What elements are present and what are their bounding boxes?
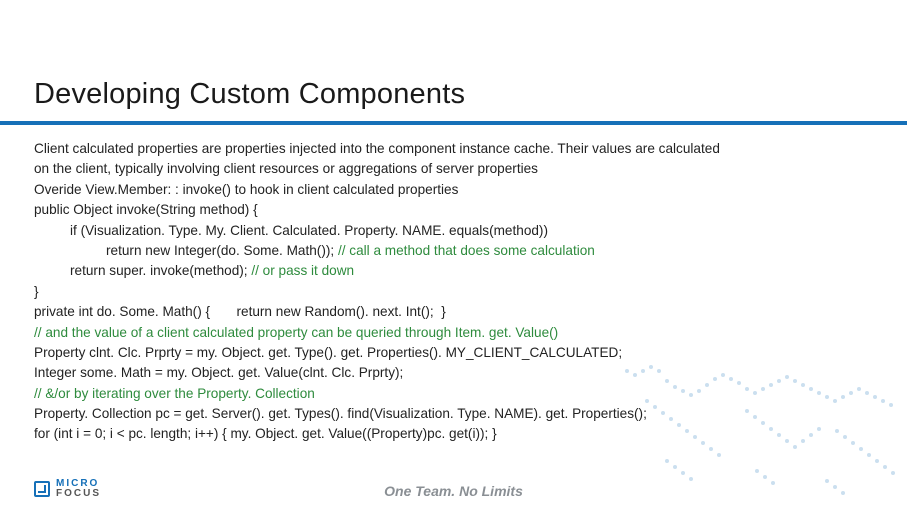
- code-line-2: if (Visualization. Type. My. Client. Cal…: [34, 221, 873, 241]
- code-line-9: Integer some. Math = my. Object. get. Va…: [34, 363, 873, 383]
- comment-line-10: // &/or by iterating over the Property. …: [34, 384, 873, 404]
- body-content: Client calculated properties are propert…: [0, 125, 907, 445]
- code-line-6: private int do. Some. Math() { return ne…: [34, 302, 873, 322]
- code-line-1: public Object invoke(String method) {: [34, 200, 873, 220]
- code-line-3-code: return new Integer(do. Some. Math());: [106, 243, 338, 258]
- intro-line-2: on the client, typically involving clien…: [34, 159, 873, 179]
- code-line-4-comment: // or pass it down: [251, 263, 354, 278]
- code-line-12: for (int i = 0; i < pc. length; i++) { m…: [34, 424, 873, 444]
- logo-text: MICRO FOCUS: [56, 479, 101, 499]
- code-line-4: return super. invoke(method); // or pass…: [34, 261, 873, 281]
- brand-logo: MICRO FOCUS: [34, 479, 101, 499]
- intro-line-1: Client calculated properties are propert…: [34, 139, 873, 159]
- slide: Developing Custom Components Client calc…: [0, 0, 907, 511]
- code-line-3: return new Integer(do. Some. Math()); //…: [34, 241, 873, 261]
- intro-line-3: Overide View.Member: : invoke() to hook …: [34, 180, 873, 200]
- code-line-11: Property. Collection pc = get. Server().…: [34, 404, 873, 424]
- footer-tagline: One Team. No Limits: [384, 483, 523, 499]
- page-title: Developing Custom Components: [0, 0, 907, 111]
- code-line-8: Property clnt. Clc. Prprty = my. Object.…: [34, 343, 873, 363]
- comment-line-7: // and the value of a client calculated …: [34, 323, 873, 343]
- code-line-3-comment: // call a method that does some calculat…: [338, 243, 595, 258]
- code-line-5: }: [34, 282, 873, 302]
- logo-line-2: FOCUS: [56, 489, 101, 499]
- code-line-4-code: return super. invoke(method);: [70, 263, 251, 278]
- logo-mark-icon: [34, 481, 50, 497]
